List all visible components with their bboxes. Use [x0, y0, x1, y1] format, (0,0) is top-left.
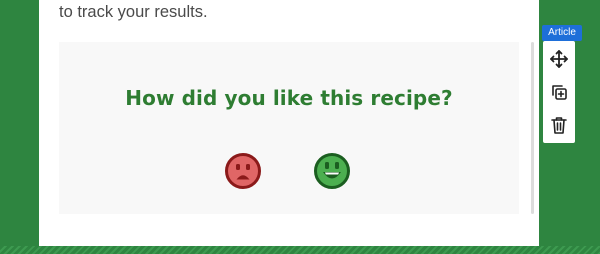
- rating-question: How did you like this recipe?: [125, 86, 453, 110]
- dislike-button[interactable]: [224, 152, 262, 190]
- duplicate-block-button[interactable]: [545, 77, 573, 107]
- trash-icon: [551, 117, 567, 134]
- happy-face-icon: [314, 153, 350, 189]
- recipe-rating-box: How did you like this recipe?: [59, 42, 519, 214]
- sad-face-icon: [225, 153, 261, 189]
- delete-block-button[interactable]: [545, 110, 573, 140]
- scrollbar[interactable]: [531, 42, 534, 214]
- article-card: to track your results. How did you like …: [39, 0, 539, 246]
- block-type-label: Article: [542, 25, 582, 41]
- block-toolbar: [543, 41, 575, 143]
- like-button[interactable]: [313, 152, 351, 190]
- move-block-button[interactable]: [545, 44, 573, 74]
- move-icon: [550, 50, 568, 68]
- intro-text: to track your results.: [59, 3, 208, 21]
- duplicate-icon: [552, 85, 567, 100]
- page-background-stripe: [0, 246, 600, 254]
